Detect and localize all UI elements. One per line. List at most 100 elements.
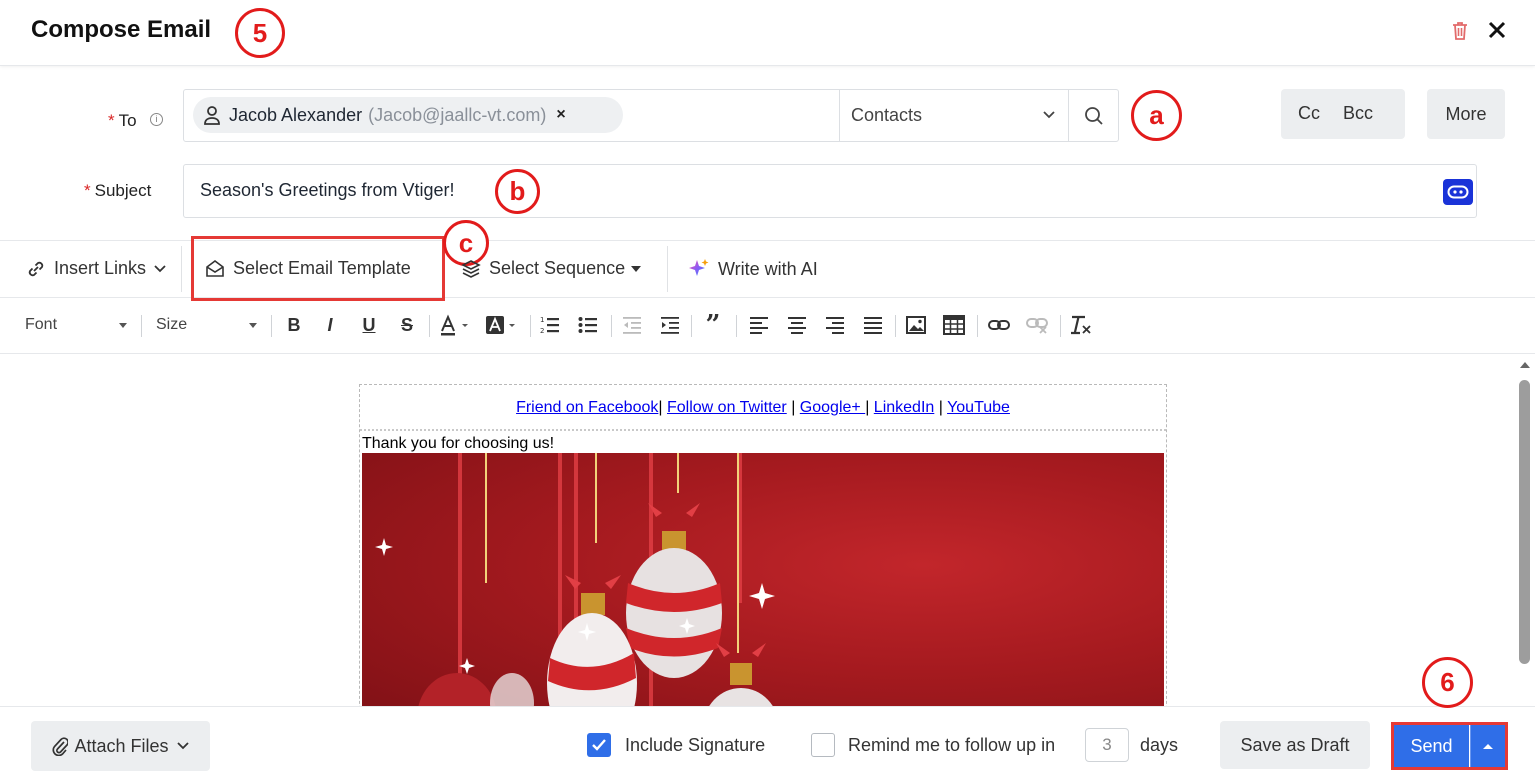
format-divider (1060, 315, 1061, 337)
thanks-text: Thank you for choosing us! (362, 435, 555, 452)
svg-text:1: 1 (540, 316, 544, 324)
subject-label: * Subject (84, 181, 152, 200)
send-options-button[interactable] (1470, 725, 1505, 767)
sparkle-icon (689, 259, 709, 276)
follow-up-days-input[interactable]: 3 (1085, 728, 1129, 762)
caret-down-icon (631, 265, 642, 272)
strikethrough-icon[interactable]: S (398, 314, 416, 336)
insert-links-label: Insert Links (54, 258, 147, 278)
font-select[interactable]: Font (25, 316, 57, 334)
module-select-value: Contacts (851, 105, 923, 125)
blockquote-icon[interactable]: ” (702, 310, 724, 340)
bullet-list-icon[interactable] (578, 314, 598, 336)
align-center-icon[interactable] (787, 314, 807, 336)
bcc-button[interactable]: Bcc (1343, 103, 1373, 124)
to-field[interactable]: Jacob Alexander (Jacob@jaallc-vt.com) × … (183, 89, 1119, 142)
size-select[interactable]: Size (156, 316, 187, 334)
align-right-icon[interactable] (825, 314, 845, 336)
remind-checkbox[interactable] (811, 733, 835, 757)
caret-down-icon (249, 323, 257, 328)
format-divider (977, 315, 978, 337)
format-toolbar: Font Size B I U S 12 ” (0, 298, 1535, 354)
google-plus-link[interactable]: Google+ (800, 399, 865, 416)
toolbar-divider (181, 246, 182, 292)
subject-input[interactable]: Season's Greetings from Vtiger! (183, 164, 1477, 218)
select-sequence-button[interactable]: Select Sequence (461, 258, 642, 279)
bold-icon[interactable]: B (285, 314, 303, 336)
email-template-frame: Friend on Facebook| Follow on Twitter | … (359, 384, 1167, 706)
check-icon (592, 739, 606, 751)
compose-header: Compose Email 5 (0, 0, 1535, 66)
recipient-email: (Jacob@jaallc-vt.com) (368, 104, 547, 125)
info-icon[interactable]: i (150, 113, 163, 126)
insert-links-button[interactable]: Insert Links (26, 258, 174, 279)
more-button[interactable]: More (1427, 89, 1505, 139)
underline-icon[interactable]: U (360, 314, 378, 336)
cc-button[interactable]: Cc (1298, 103, 1320, 124)
format-divider (429, 315, 430, 337)
youtube-link[interactable]: YouTube (947, 399, 1010, 416)
align-left-icon[interactable] (749, 314, 769, 336)
numbered-list-icon[interactable]: 12 (540, 314, 560, 336)
social-links-row: Friend on Facebook| Follow on Twitter | … (360, 385, 1166, 431)
chevron-down-icon (176, 742, 189, 750)
toolbar-divider (667, 246, 668, 292)
highlight-box (191, 236, 445, 301)
format-divider (530, 315, 531, 337)
indent-icon[interactable] (660, 314, 680, 336)
callout-b: b (495, 169, 540, 214)
chevron-down-icon (154, 264, 166, 272)
send-button[interactable]: Send (1394, 725, 1469, 767)
include-signature-checkbox[interactable] (587, 733, 611, 757)
italic-icon[interactable]: I (323, 314, 337, 336)
align-justify-icon[interactable] (863, 314, 883, 336)
scrollbar-thumb[interactable] (1519, 380, 1530, 664)
facebook-link[interactable]: Friend on Facebook (516, 399, 658, 416)
select-sequence-label: Select Sequence (489, 258, 626, 278)
format-divider (271, 315, 272, 337)
attach-files-label: Attach Files (74, 735, 169, 756)
format-divider (895, 315, 896, 337)
delete-draft-icon[interactable] (1450, 20, 1470, 47)
days-label: days (1140, 735, 1179, 755)
format-divider (141, 315, 142, 337)
remind-label: Remind me to follow up in (848, 735, 1056, 755)
search-button[interactable] (1068, 90, 1118, 141)
email-body-editor[interactable]: Friend on Facebook| Follow on Twitter | … (0, 355, 1535, 706)
layers-icon (461, 259, 481, 278)
write-with-ai-button[interactable]: Write with AI (688, 258, 818, 280)
text-color-icon[interactable] (438, 314, 470, 336)
linkedin-link[interactable]: LinkedIn (874, 399, 935, 416)
svg-text:2: 2 (540, 327, 544, 335)
recipient-name: Jacob Alexander (229, 104, 363, 125)
contact-icon (204, 106, 220, 125)
format-divider (611, 315, 612, 337)
chevron-down-icon (1042, 106, 1056, 129)
caret-up-icon (1483, 744, 1493, 749)
format-divider (736, 315, 737, 337)
callout-5: 5 (235, 8, 285, 58)
callout-a: a (1131, 90, 1182, 141)
write-with-ai-label: Write with AI (718, 258, 818, 279)
cc-bcc-group: Cc Bcc (1281, 89, 1405, 139)
ai-assist-icon[interactable] (1443, 179, 1473, 205)
image-icon[interactable] (906, 314, 926, 336)
unlink-icon (1026, 314, 1048, 336)
attach-files-button[interactable]: Attach Files (31, 721, 210, 771)
close-icon[interactable] (1487, 20, 1507, 45)
module-select[interactable]: Contacts (839, 90, 1068, 141)
save-draft-button[interactable]: Save as Draft (1220, 721, 1370, 769)
clear-formatting-icon[interactable] (1070, 314, 1092, 336)
twitter-link[interactable]: Follow on Twitter (667, 399, 787, 416)
subject-value: Season's Greetings from Vtiger! (200, 180, 455, 200)
insert-link-icon[interactable] (988, 314, 1010, 336)
caret-down-icon (119, 323, 127, 328)
page-title: Compose Email (31, 16, 212, 43)
background-color-icon[interactable] (484, 314, 518, 336)
remove-recipient-icon[interactable]: × (556, 106, 565, 124)
recipient-chip[interactable]: Jacob Alexander (Jacob@jaallc-vt.com) × (193, 97, 623, 133)
link-icon (28, 261, 44, 276)
table-icon[interactable] (943, 314, 965, 336)
search-icon (1084, 106, 1103, 125)
to-label: * To (108, 111, 137, 130)
